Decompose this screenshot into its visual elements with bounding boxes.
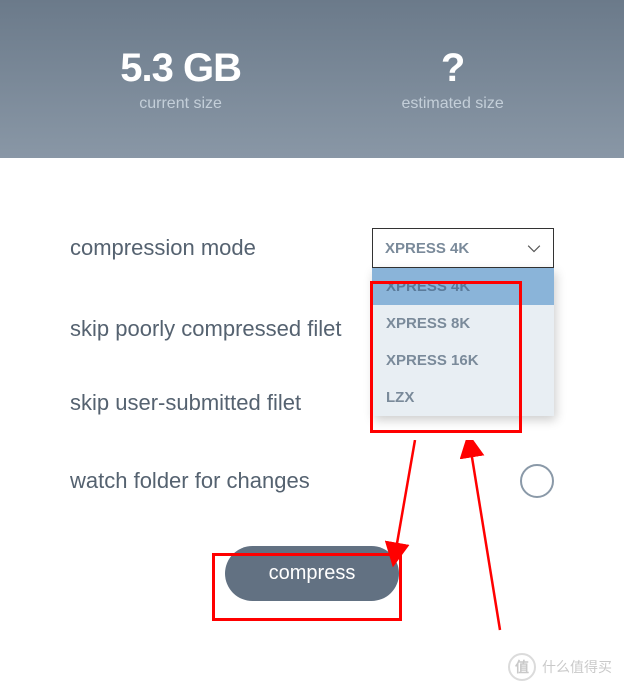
- estimated-size-block: ? estimated size: [401, 46, 503, 113]
- compression-mode-selected: XPRESS 4K: [385, 240, 469, 257]
- watermark-text: 什么值得买: [542, 657, 612, 677]
- compression-mode-dropdown-wrapper: XPRESS 4K XPRESS 4K XPRESS 8K XPRESS 16K…: [372, 228, 554, 268]
- estimated-size-value: ?: [401, 46, 503, 91]
- compression-mode-dropdown[interactable]: XPRESS 4K: [372, 228, 554, 268]
- current-size-value: 5.3 GB: [120, 46, 241, 91]
- watermark-logo: 值: [508, 653, 536, 681]
- compression-mode-label: compression mode: [70, 235, 256, 261]
- dropdown-item-lzx[interactable]: LZX: [372, 379, 554, 416]
- compression-mode-row: compression mode XPRESS 4K XPRESS 4K XPR…: [70, 228, 554, 268]
- content-area: compression mode XPRESS 4K XPRESS 4K XPR…: [0, 158, 624, 601]
- watch-folder-row: watch folder for changes: [70, 464, 554, 498]
- compression-mode-list: XPRESS 4K XPRESS 8K XPRESS 16K LZX: [372, 268, 554, 416]
- current-size-block: 5.3 GB current size: [120, 46, 241, 113]
- watch-folder-toggle[interactable]: [520, 464, 554, 498]
- dropdown-item-xpress4k[interactable]: XPRESS 4K: [372, 268, 554, 305]
- skip-poor-label: skip poorly compressed filet: [70, 316, 341, 342]
- skip-user-label: skip user-submitted filet: [70, 390, 301, 416]
- compress-button[interactable]: compress: [225, 546, 400, 601]
- header: 5.3 GB current size ? estimated size: [0, 0, 624, 158]
- chevron-down-icon: [527, 241, 541, 255]
- watermark: 值 什么值得买: [508, 653, 612, 681]
- estimated-size-label: estimated size: [401, 95, 503, 113]
- dropdown-item-xpress16k[interactable]: XPRESS 16K: [372, 342, 554, 379]
- current-size-label: current size: [120, 95, 241, 113]
- watch-folder-label: watch folder for changes: [70, 468, 310, 494]
- dropdown-item-xpress8k[interactable]: XPRESS 8K: [372, 305, 554, 342]
